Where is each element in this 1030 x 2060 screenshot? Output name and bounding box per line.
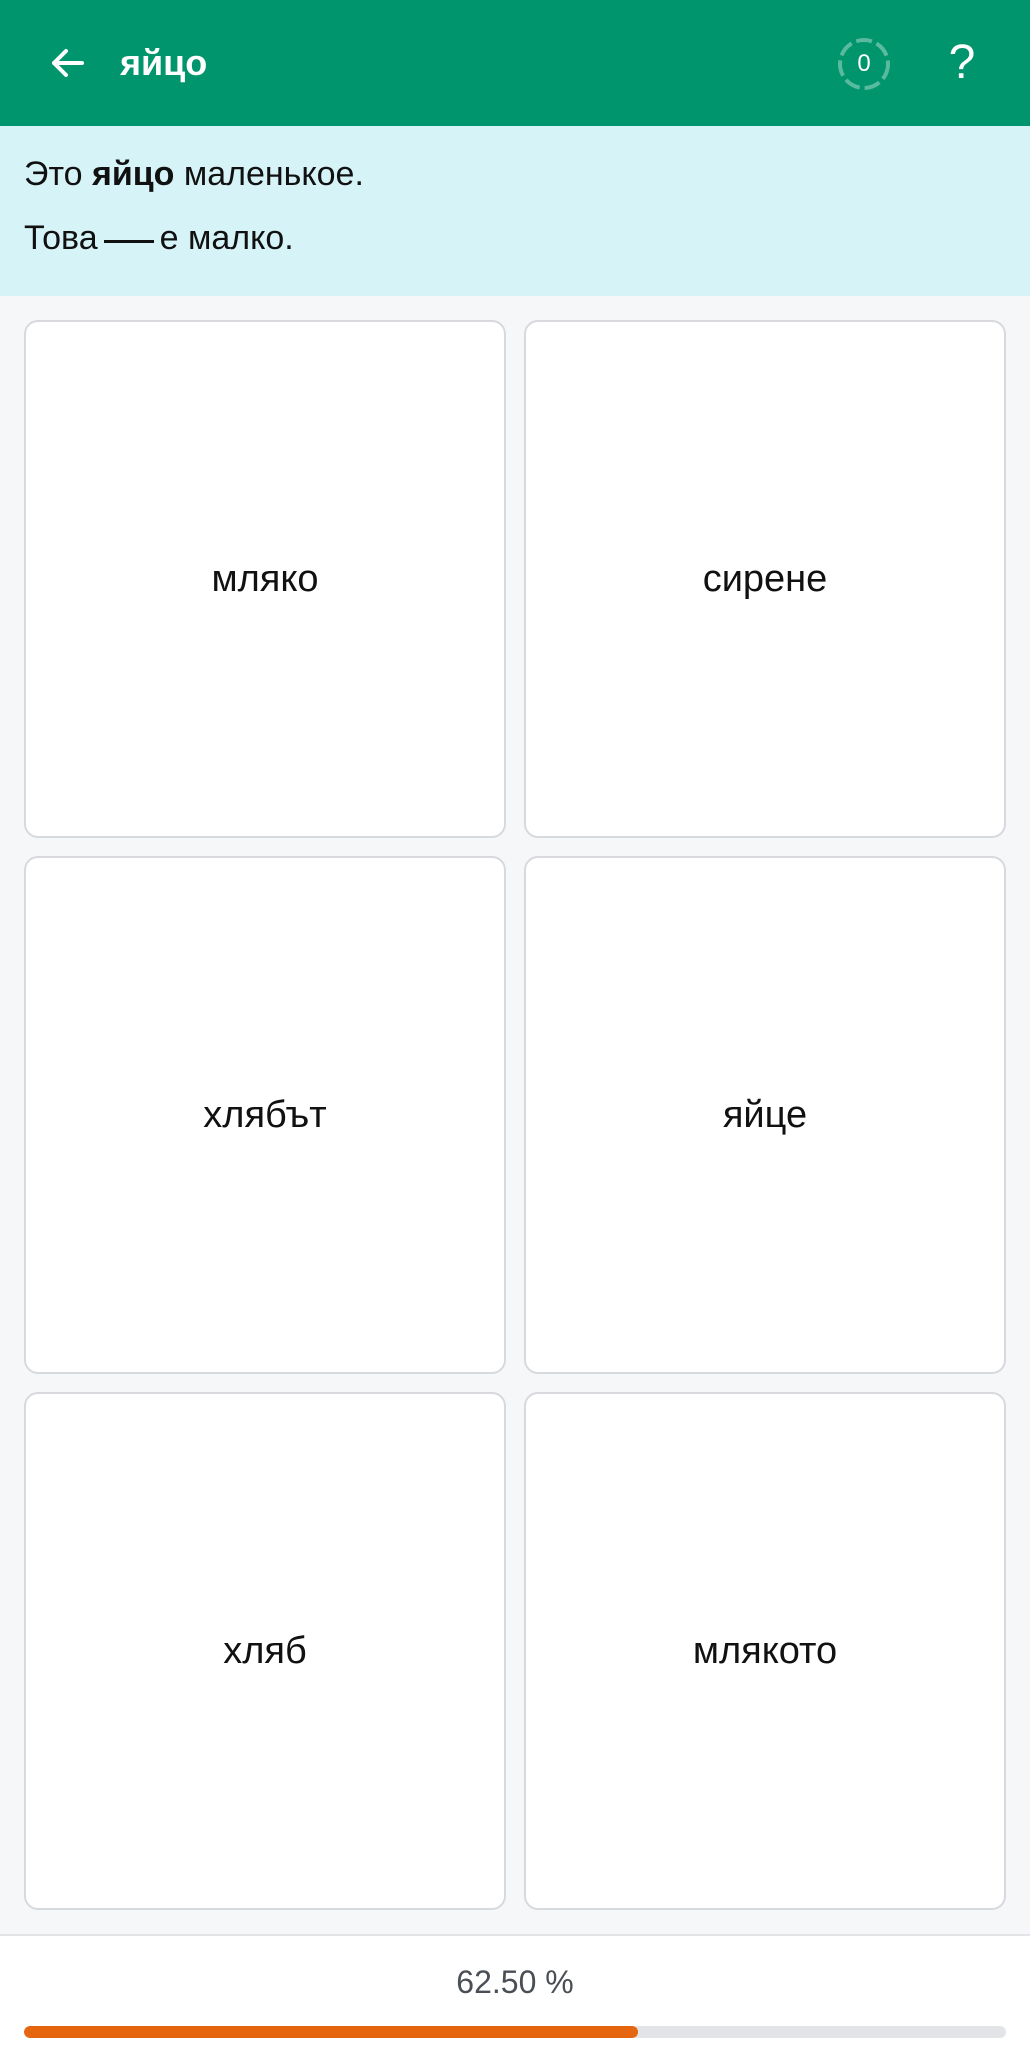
header-bar: яйцо 0 ? bbox=[0, 0, 1030, 126]
progress-track bbox=[24, 2026, 1006, 2038]
answer-options-grid: мляко сирене хлябът яйце хляб млякото bbox=[24, 320, 1006, 1910]
prompt-target-sentence: Това е малко. bbox=[24, 218, 1006, 258]
prompt-keyword: яйцо bbox=[91, 155, 175, 193]
question-mark-icon: ? bbox=[948, 36, 976, 89]
option-label: яйце bbox=[722, 1093, 808, 1136]
option-label: мляко bbox=[211, 557, 319, 600]
prompt-banner: Это яйцо маленькое. Това е малко. bbox=[0, 126, 1030, 296]
score-counter[interactable]: 0 bbox=[836, 36, 892, 92]
prompt-target-before: Това bbox=[24, 219, 98, 257]
option-card[interactable]: мляко bbox=[24, 320, 506, 838]
option-label: млякото bbox=[692, 1629, 838, 1672]
option-card[interactable]: хляб bbox=[24, 1392, 506, 1910]
answer-blank bbox=[103, 240, 154, 243]
prompt-target-after: е малко. bbox=[159, 219, 294, 257]
page-title: яйцо bbox=[120, 42, 208, 83]
option-card[interactable]: яйце bbox=[524, 856, 1006, 1374]
option-label: хляб bbox=[223, 1629, 307, 1672]
prompt-source-sentence: Это яйцо маленькое. bbox=[24, 154, 1006, 194]
counter-value: 0 bbox=[857, 50, 871, 77]
option-card[interactable]: сирене bbox=[524, 320, 1006, 838]
prompt-source-before: Это bbox=[24, 155, 92, 193]
option-card[interactable]: млякото bbox=[524, 1392, 1006, 1910]
back-button[interactable] bbox=[36, 28, 100, 98]
option-label: сирене bbox=[702, 557, 828, 600]
progress-fill bbox=[24, 2026, 638, 2038]
help-button[interactable]: ? bbox=[934, 30, 990, 96]
prompt-source-after: маленькое. bbox=[174, 155, 364, 193]
app: яйцо 0 ? Это яйцо маленькое. Това е малко… bbox=[0, 0, 1030, 2060]
progress-footer: 62.50 % bbox=[0, 1934, 1030, 2060]
option-label: хлябът bbox=[203, 1093, 327, 1136]
arrow-left-icon bbox=[52, 49, 84, 77]
option-card[interactable]: хлябът bbox=[24, 856, 506, 1374]
progress-percent: 62.50 % bbox=[456, 1964, 574, 2000]
